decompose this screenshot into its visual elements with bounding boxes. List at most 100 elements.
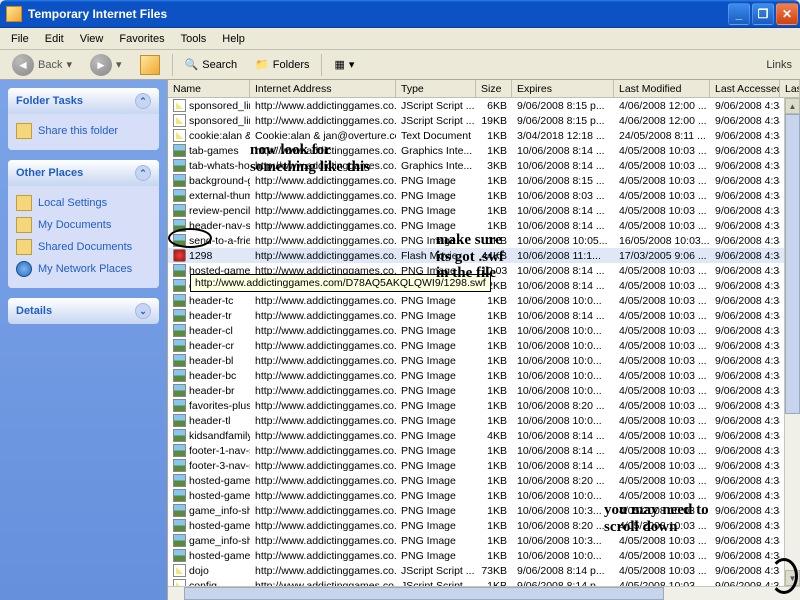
file-row[interactable]: send-to-a-friendhttp://www.addictinggame… xyxy=(168,233,800,248)
menu-help[interactable]: Help xyxy=(215,31,252,47)
menu-file[interactable]: File xyxy=(4,31,36,47)
other-place-link[interactable]: My Documents xyxy=(16,214,151,236)
file-row[interactable]: sponsored_link...http://www.addictinggam… xyxy=(168,98,800,113)
file-row[interactable]: background-gr...http://www.addictinggame… xyxy=(168,173,800,188)
file-icon xyxy=(173,294,186,307)
up-button[interactable] xyxy=(134,53,166,77)
file-icon xyxy=(173,384,186,397)
file-row[interactable]: hosted-game-i...http://www.addictinggame… xyxy=(168,518,800,533)
file-row[interactable]: header-tlhttp://www.addictinggames.co...… xyxy=(168,413,800,428)
vertical-scrollbar[interactable]: ▲ ▼ xyxy=(784,98,800,586)
file-row[interactable]: review-pencil-...http://www.addictinggam… xyxy=(168,203,800,218)
file-icon xyxy=(173,549,186,562)
file-list: Name Internet Address Type Size Expires … xyxy=(167,80,800,600)
other-place-link[interactable]: My Network Places xyxy=(16,258,151,280)
file-icon xyxy=(173,519,186,532)
file-row[interactable]: header-clhttp://www.addictinggames.co...… xyxy=(168,323,800,338)
col-size[interactable]: Size xyxy=(476,80,512,97)
share-icon xyxy=(16,123,32,139)
close-button[interactable]: ✕ xyxy=(776,3,798,25)
file-icon xyxy=(173,564,186,577)
collapse-icon[interactable]: ⌃ xyxy=(135,93,151,109)
file-rows: sponsored_link...http://www.addictinggam… xyxy=(168,98,800,600)
back-icon: ◄ xyxy=(12,54,34,76)
col-name[interactable]: Name xyxy=(168,80,250,97)
col-modified[interactable]: Last Modified xyxy=(614,80,710,97)
views-button[interactable]: ▦▾ xyxy=(328,56,360,73)
file-row[interactable]: hosted-game-i...http://www.addictinggame… xyxy=(168,548,800,563)
share-folder-link[interactable]: Share this folder xyxy=(16,120,151,142)
col-type[interactable]: Type xyxy=(396,80,476,97)
file-row[interactable]: header-tchttp://www.addictinggames.co...… xyxy=(168,293,800,308)
file-icon xyxy=(173,144,186,157)
file-row[interactable]: game_info-sha...http://www.addictinggame… xyxy=(168,503,800,518)
scroll-up-icon[interactable]: ▲ xyxy=(785,98,800,114)
file-row[interactable]: game_info-sha...http://www.addictinggame… xyxy=(168,533,800,548)
file-row[interactable]: external-thum...http://www.addictinggame… xyxy=(168,188,800,203)
menu-view[interactable]: View xyxy=(73,31,111,47)
details-title: Details xyxy=(16,305,52,317)
other-place-link[interactable]: Local Settings xyxy=(16,192,151,214)
folder-icon xyxy=(16,239,32,255)
col-expires[interactable]: Expires xyxy=(512,80,614,97)
file-icon xyxy=(173,324,186,337)
file-row[interactable]: footer-1-nav-sephttp://www.addictinggame… xyxy=(168,443,800,458)
col-checked[interactable]: Last Ch xyxy=(780,80,800,97)
file-row[interactable]: 1298http://www.addictinggames.co...Flash… xyxy=(168,248,800,263)
toolbar: ◄Back ▾ ► ▾ 🔍Search 📁Folders ▦▾ Links xyxy=(0,50,800,80)
expand-icon[interactable]: ⌄ xyxy=(135,303,151,319)
menu-favorites[interactable]: Favorites xyxy=(112,31,171,47)
search-button[interactable]: 🔍Search xyxy=(179,56,244,73)
horizontal-scrollbar[interactable] xyxy=(168,586,800,600)
file-icon xyxy=(173,174,186,187)
col-address[interactable]: Internet Address xyxy=(250,80,396,97)
links-label[interactable]: Links xyxy=(766,59,792,71)
file-row[interactable]: tab-whats-hot...http://www.addictinggame… xyxy=(168,158,800,173)
file-row[interactable]: hosted-game-i...http://www.addictinggame… xyxy=(168,473,800,488)
file-row[interactable]: header-crhttp://www.addictinggames.co...… xyxy=(168,338,800,353)
file-icon xyxy=(173,414,186,427)
menu-edit[interactable]: Edit xyxy=(38,31,71,47)
file-icon xyxy=(173,99,186,112)
column-headers: Name Internet Address Type Size Expires … xyxy=(168,80,800,98)
minimize-button[interactable]: _ xyxy=(728,3,750,25)
col-accessed[interactable]: Last Accessed ▼ xyxy=(710,80,780,97)
file-icon xyxy=(173,309,186,322)
file-row[interactable]: cookie:alan & j...Cookie:alan & jan@over… xyxy=(168,128,800,143)
up-folder-icon xyxy=(140,55,160,75)
file-row[interactable]: tab-gameshttp://www.addictinggames.co...… xyxy=(168,143,800,158)
file-icon xyxy=(173,474,186,487)
file-row[interactable]: header-brhttp://www.addictinggames.co...… xyxy=(168,383,800,398)
forward-icon: ► xyxy=(90,54,112,76)
file-row[interactable]: header-blhttp://www.addictinggames.co...… xyxy=(168,353,800,368)
views-icon: ▦ xyxy=(334,58,344,71)
file-icon xyxy=(173,159,186,172)
file-row[interactable]: footer-3-nav-sephttp://www.addictinggame… xyxy=(168,458,800,473)
back-button[interactable]: ◄Back ▾ xyxy=(6,52,78,78)
file-row[interactable]: sponsored_link...http://www.addictinggam… xyxy=(168,113,800,128)
file-row[interactable]: favorites-plus-...http://www.addictingga… xyxy=(168,398,800,413)
file-row[interactable]: kidsandfamilyhttp://www.addictinggames.c… xyxy=(168,428,800,443)
menu-tools[interactable]: Tools xyxy=(174,31,214,47)
forward-button[interactable]: ► ▾ xyxy=(84,52,128,78)
folders-button[interactable]: 📁Folders xyxy=(249,56,315,73)
scrollbar-thumb[interactable] xyxy=(785,114,800,414)
other-place-link[interactable]: Shared Documents xyxy=(16,236,151,258)
file-row[interactable]: header-trhttp://www.addictinggames.co...… xyxy=(168,308,800,323)
other-places-panel: Other Places⌃ Local SettingsMy Documents… xyxy=(8,160,159,288)
file-icon xyxy=(173,504,186,517)
file-icon xyxy=(173,429,186,442)
collapse-icon[interactable]: ⌃ xyxy=(135,165,151,181)
file-row[interactable]: header-nav-sephttp://www.addictinggames.… xyxy=(168,218,800,233)
file-row[interactable]: header-bchttp://www.addictinggames.co...… xyxy=(168,368,800,383)
maximize-button[interactable]: ❐ xyxy=(752,3,774,25)
file-icon xyxy=(173,234,186,247)
details-panel: Details ⌄ xyxy=(8,298,159,324)
network-icon xyxy=(16,261,32,277)
folder-icon xyxy=(16,217,32,233)
window-titlebar[interactable]: Temporary Internet Files _ ❐ ✕ xyxy=(0,0,800,28)
file-row[interactable]: hosted-game-i...http://www.addictinggame… xyxy=(168,488,800,503)
file-row[interactable]: dojohttp://www.addictinggames.co...JScri… xyxy=(168,563,800,578)
scrollbar-thumb-h[interactable] xyxy=(184,587,664,600)
scroll-down-icon[interactable]: ▼ xyxy=(785,570,800,586)
